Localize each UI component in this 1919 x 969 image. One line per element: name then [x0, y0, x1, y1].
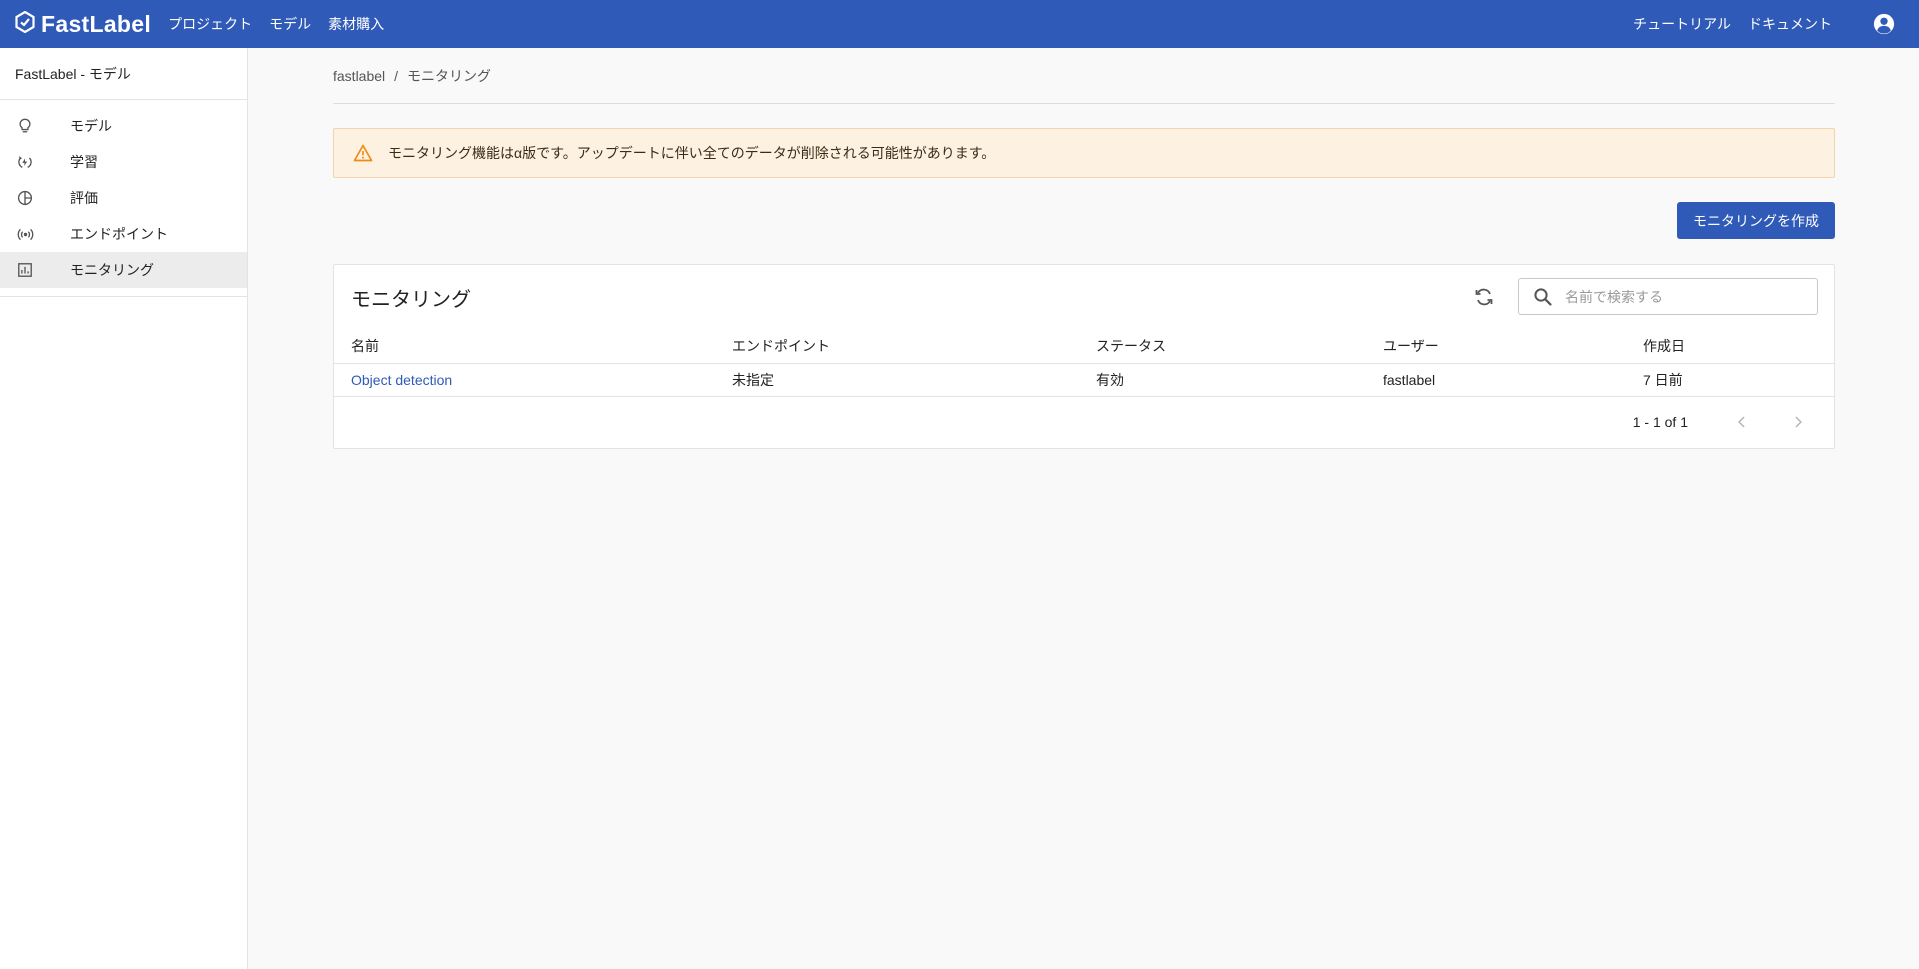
refresh-icon[interactable] [1473, 286, 1495, 308]
broadcast-icon [16, 225, 34, 243]
alert-message: モニタリング機能はα版です。アップデートに伴い全てのデータが削除される可能性があ… [388, 145, 996, 161]
monitoring-table: 名前 エンドポイント ステータス ユーザー 作成日 Object detecti… [334, 329, 1834, 397]
sidebar-item-label: エンドポイント [70, 226, 168, 242]
sidebar-item-label: モニタリング [70, 262, 154, 278]
logo-text: FastLabel [41, 10, 152, 37]
sidebar-item-monitoring[interactable]: モニタリング [0, 252, 247, 288]
pagination: 1 - 1 of 1 [334, 397, 1834, 448]
sidebar-item-label: 学習 [70, 154, 98, 170]
nav-projects[interactable]: プロジェクト [168, 14, 252, 34]
pie-chart-icon [16, 189, 34, 207]
cell-status: 有効 [1079, 363, 1366, 397]
breadcrumb-current: モニタリング [407, 67, 492, 84]
warning-icon [353, 143, 373, 163]
lightbulb-icon [16, 117, 34, 135]
sidebar-nav: モデル 学習 評価 エンドポイント モニタリング [0, 100, 247, 297]
logo[interactable]: FastLabel [15, 10, 152, 38]
create-monitoring-button[interactable]: モニタリングを作成 [1677, 202, 1835, 239]
column-header-endpoint[interactable]: エンドポイント [715, 329, 1079, 364]
column-header-status[interactable]: ステータス [1079, 329, 1366, 364]
training-icon [16, 153, 34, 171]
monitoring-name-link[interactable]: Object detection [351, 372, 452, 388]
nav-tutorial[interactable]: チュートリアル [1633, 14, 1731, 34]
account-circle-icon[interactable] [1873, 13, 1895, 35]
top-nav: プロジェクト モデル 素材購入 [168, 14, 401, 34]
sidebar-item-training[interactable]: 学習 [0, 144, 247, 180]
search-box [1518, 278, 1818, 315]
toolbar: モニタリングを作成 [333, 178, 1835, 264]
column-header-created[interactable]: 作成日 [1626, 329, 1834, 364]
cell-endpoint: 未指定 [715, 363, 1079, 397]
cell-user: fastlabel [1366, 363, 1626, 397]
search-input[interactable] [1565, 288, 1805, 305]
alpha-warning-alert: モニタリング機能はα版です。アップデートに伴い全てのデータが削除される可能性があ… [333, 128, 1835, 178]
cell-name: Object detection [334, 363, 715, 397]
monitoring-card: モニタリング 名前 エンドポイント ステータス ユーザー 作成日 [333, 264, 1835, 449]
breadcrumb-root[interactable]: fastlabel [333, 68, 385, 84]
cell-created: 7 日前 [1626, 363, 1834, 397]
nav-documents[interactable]: ドキュメント [1748, 14, 1832, 34]
pagination-range: 1 - 1 of 1 [1632, 414, 1688, 430]
nav-materials[interactable]: 素材購入 [328, 14, 384, 34]
sidebar-title: FastLabel - モデル [0, 48, 247, 100]
column-header-name[interactable]: 名前 [334, 329, 715, 364]
breadcrumb: fastlabel / モニタリング [333, 48, 1835, 104]
table-header-row: 名前 エンドポイント ステータス ユーザー 作成日 [334, 329, 1834, 364]
breadcrumb-separator: / [394, 67, 399, 84]
sidebar-item-evaluation[interactable]: 評価 [0, 180, 247, 216]
sidebar-item-models[interactable]: モデル [0, 108, 247, 144]
app-bar: FastLabel プロジェクト モデル 素材購入 チュートリアル ドキュメント [0, 0, 1919, 48]
prev-page-icon[interactable] [1730, 410, 1754, 434]
top-right-links: チュートリアル ドキュメント [1633, 0, 1895, 48]
nav-models[interactable]: モデル [269, 14, 311, 34]
card-header: モニタリング [334, 265, 1834, 329]
next-page-icon[interactable] [1786, 410, 1810, 434]
table-row[interactable]: Object detection 未指定 有効 fastlabel 7 日前 [334, 363, 1834, 397]
fastlabel-logo-icon [15, 10, 35, 38]
main-content: fastlabel / モニタリング モニタリング機能はα版です。アップデートに… [333, 48, 1835, 449]
search-icon [1533, 287, 1553, 307]
sidebar: FastLabel - モデル モデル 学習 評価 エンドポイント モニタリング [0, 48, 248, 969]
sidebar-item-label: モデル [70, 118, 112, 134]
card-title: モニタリング [351, 288, 471, 311]
column-header-user[interactable]: ユーザー [1366, 329, 1626, 364]
sidebar-item-endpoints[interactable]: エンドポイント [0, 216, 247, 252]
bar-chart-icon [16, 261, 34, 279]
sidebar-item-label: 評価 [70, 190, 98, 206]
